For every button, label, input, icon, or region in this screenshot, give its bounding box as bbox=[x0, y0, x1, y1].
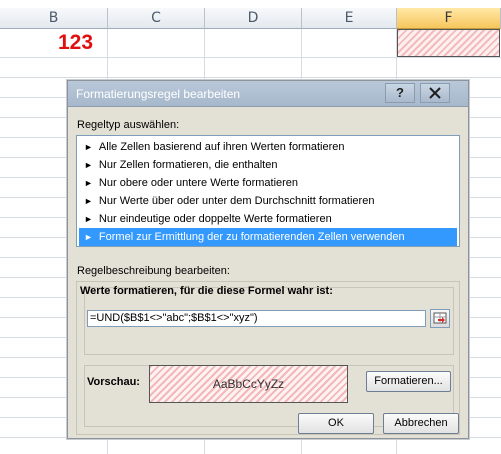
cell-b1-value[interactable]: 123 bbox=[58, 31, 93, 55]
close-button[interactable] bbox=[420, 83, 450, 103]
format-rule-dialog: Formatierungsregel bearbeiten ? Regeltyp… bbox=[67, 80, 469, 439]
triangle-icon: ► bbox=[84, 178, 93, 188]
rule-type-label: Nur Zellen formatieren, die enthalten bbox=[98, 159, 278, 171]
cancel-button[interactable]: Abbrechen bbox=[383, 413, 459, 434]
ok-button[interactable]: OK bbox=[298, 413, 374, 434]
triangle-icon: ► bbox=[84, 232, 93, 242]
column-header-e[interactable]: E bbox=[302, 8, 397, 29]
formula-input[interactable]: =UND($B$1<>"abc";$B$1<>"xyz") bbox=[87, 310, 426, 327]
close-icon bbox=[429, 87, 441, 99]
rule-type-label: Alle Zellen basierend auf ihren Werten f… bbox=[98, 141, 345, 153]
ruletype-list[interactable]: ► Alle Zellen basierend auf ihren Werten … bbox=[76, 135, 460, 247]
range-select-icon bbox=[433, 312, 447, 324]
rule-description-box bbox=[76, 281, 460, 435]
rule-type-item-selected[interactable]: ► Formel zur Ermittlung der zu formatiere… bbox=[79, 228, 457, 246]
rule-type-item[interactable]: ► Nur Werte über oder unter dem Durchschn… bbox=[79, 192, 457, 210]
triangle-icon: ► bbox=[84, 142, 93, 152]
help-button[interactable]: ? bbox=[385, 83, 415, 103]
ruletype-label: Regeltyp auswählen: bbox=[77, 119, 180, 131]
formula-label: Werte formatieren, für die diese Formel … bbox=[80, 285, 333, 297]
column-header-f[interactable]: F bbox=[397, 8, 501, 29]
range-select-button[interactable] bbox=[430, 309, 450, 328]
grid-line bbox=[0, 77, 501, 78]
column-header-c[interactable]: C bbox=[108, 8, 205, 29]
rule-type-item[interactable]: ► Nur eindeutige oder doppelte Werte form… bbox=[79, 210, 457, 228]
rule-type-label: Nur obere oder untere Werte formatieren bbox=[98, 177, 299, 189]
rule-type-item[interactable]: ► Nur obere oder untere Werte formatieren bbox=[79, 174, 457, 192]
rule-type-item[interactable]: ► Nur Zellen formatieren, die enthalten bbox=[79, 156, 457, 174]
dialog-title: Formatierungsregel bearbeiten bbox=[76, 87, 241, 101]
grid-line bbox=[0, 57, 501, 58]
preview-label: Vorschau: bbox=[87, 376, 140, 388]
column-header-d[interactable]: D bbox=[205, 8, 302, 29]
description-label: Regelbeschreibung bearbeiten: bbox=[77, 265, 230, 277]
triangle-icon: ► bbox=[84, 196, 93, 206]
cell-f1-formatted[interactable] bbox=[397, 29, 500, 57]
rule-type-label: Formel zur Ermittlung der zu formatieren… bbox=[98, 231, 405, 243]
triangle-icon: ► bbox=[84, 160, 93, 170]
column-header-b[interactable]: B bbox=[0, 8, 108, 29]
format-button[interactable]: Formatieren... bbox=[366, 371, 451, 392]
preview-sample: AaBbCcYyZz bbox=[149, 365, 348, 403]
rule-type-label: Nur eindeutige oder doppelte Werte forma… bbox=[98, 213, 332, 225]
rule-type-item[interactable]: ► Alle Zellen basierend auf ihren Werten … bbox=[79, 138, 457, 156]
triangle-icon: ► bbox=[84, 214, 93, 224]
rule-type-label: Nur Werte über oder unter dem Durchschni… bbox=[98, 195, 375, 207]
dialog-titlebar[interactable]: Formatierungsregel bearbeiten ? bbox=[68, 81, 468, 107]
